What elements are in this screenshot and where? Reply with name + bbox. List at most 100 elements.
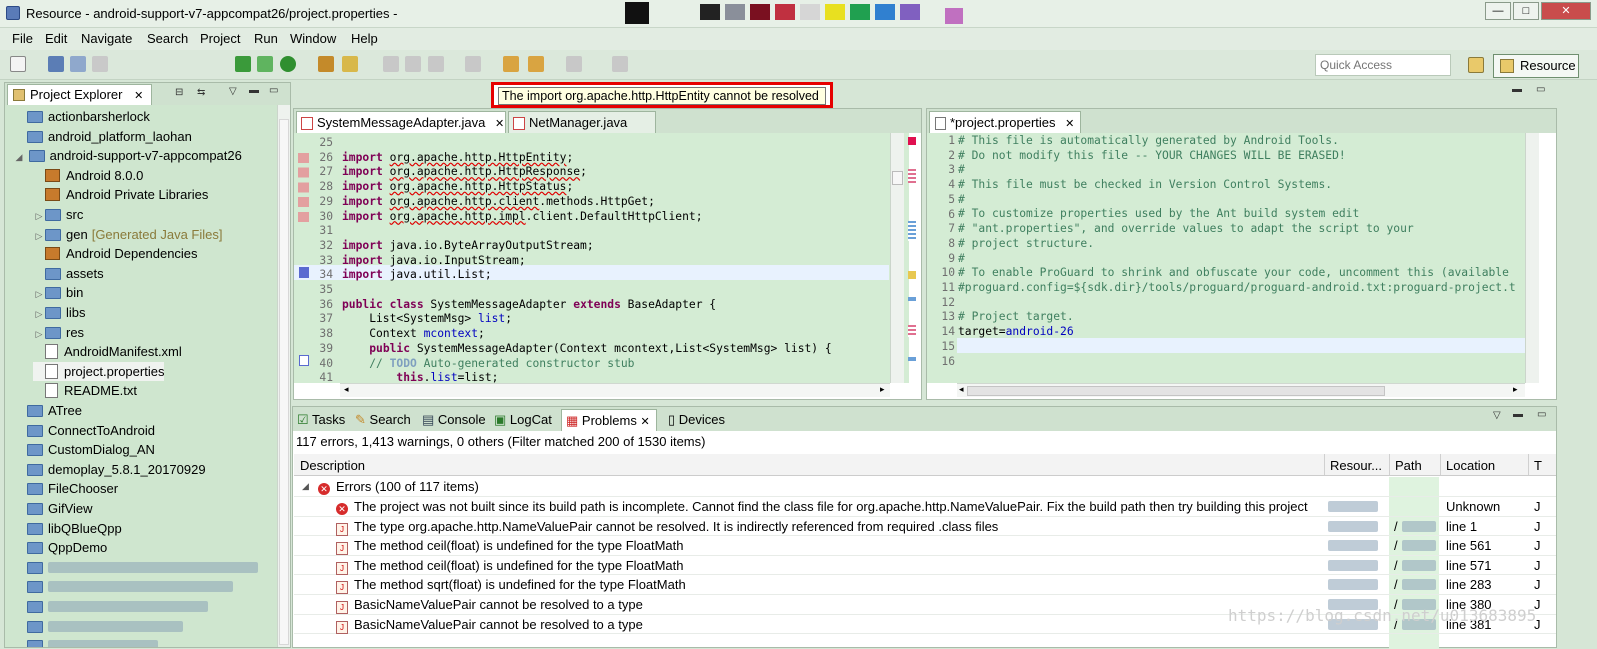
tab-devices[interactable]: ▯ Devices	[668, 409, 725, 431]
forward-arrow-icon[interactable]	[566, 56, 582, 72]
tree-item[interactable]: Android Dependencies	[33, 244, 198, 263]
save-icon[interactable]	[48, 56, 64, 72]
menu-file[interactable]: File	[12, 31, 33, 46]
new-icon[interactable]	[10, 56, 26, 72]
open-type-icon[interactable]	[318, 56, 334, 72]
save-all-icon[interactable]	[70, 56, 86, 72]
annotation-icon[interactable]	[428, 56, 444, 72]
problem-row[interactable]: J The method ceil(float) is undefined for…	[294, 536, 1556, 556]
menu-help[interactable]: Help	[351, 31, 378, 46]
close-icon[interactable]: ✕	[640, 416, 649, 428]
tab-console[interactable]: ▤ Console	[422, 409, 486, 431]
tree-item[interactable]: README.txt	[33, 381, 137, 400]
collapse-triangle-icon[interactable]: ◢	[13, 148, 25, 167]
tab-search[interactable]: ✎ Search	[355, 409, 411, 431]
minimize-button[interactable]: —	[1485, 2, 1511, 20]
link-editor-icon[interactable]: ⇆	[197, 87, 205, 98]
resource-perspective-button[interactable]: Resource	[1493, 54, 1579, 78]
maximize-view-icon[interactable]: ▭	[1536, 84, 1545, 95]
scroll-thumb[interactable]	[967, 386, 1385, 396]
tree-item[interactable]: Android 8.0.0	[33, 166, 143, 185]
tree-item[interactable]: ▷ bin	[33, 283, 84, 304]
tree-item[interactable]: assets	[33, 264, 104, 283]
minimize-view-icon[interactable]: ▬	[1513, 409, 1523, 420]
tree-item[interactable]: android_platform_laohan	[27, 127, 192, 146]
menu-navigate[interactable]: Navigate	[81, 31, 132, 46]
search-tool-icon[interactable]	[342, 56, 358, 72]
problems-group-row[interactable]: ◢ ✕ Errors (100 of 117 items)	[294, 477, 1556, 497]
column-type[interactable]: T	[1534, 458, 1542, 473]
back-arrow-icon[interactable]	[528, 56, 544, 72]
column-resource[interactable]: Resour...	[1330, 458, 1382, 473]
properties-code-area[interactable]: 1 2 3 4 5 6 7 8 9 10 11 12 13 14 15 16 # This file is a…	[927, 133, 1525, 383]
quick-access-input[interactable]	[1315, 54, 1451, 76]
editor-vertical-scrollbar[interactable]	[890, 133, 904, 383]
code-area[interactable]: 25 26 27 28 29 30 31 32 33 34 35 36 37 38 39 40 41 impor…	[294, 133, 909, 384]
tab-problems[interactable]: ▦ Problems ✕	[561, 409, 657, 431]
run-icon[interactable]	[280, 56, 296, 72]
problem-row[interactable]: J The method ceil(float) is undefined for…	[294, 556, 1556, 576]
tab-tasks[interactable]: ☑ Tasks	[297, 409, 345, 431]
tree-item[interactable]: QppDemo	[27, 538, 107, 557]
tree-item[interactable]: FileChooser	[27, 479, 118, 498]
menu-run[interactable]: Run	[254, 31, 278, 46]
menu-project[interactable]: Project	[200, 31, 240, 46]
problem-row[interactable]: J The method sqrt(float) is undefined for…	[294, 575, 1556, 595]
expand-triangle-icon[interactable]: ▷	[33, 305, 45, 324]
tab-project-properties[interactable]: *project.properties ✕	[929, 111, 1081, 133]
column-location[interactable]: Location	[1446, 458, 1495, 473]
pin-icon[interactable]	[612, 56, 628, 72]
print-icon[interactable]	[92, 56, 108, 72]
avd-manager-icon[interactable]	[257, 56, 273, 72]
tree-item[interactable]: ConnectToAndroid	[27, 421, 155, 440]
minimize-view-icon[interactable]: ▬	[1512, 84, 1522, 95]
android-sdk-icon[interactable]	[235, 56, 251, 72]
tree-item[interactable]: project.properties	[33, 361, 165, 381]
editor-horizontal-scrollbar[interactable]: ◂ ▸	[957, 383, 1525, 397]
view-menu-icon[interactable]: ▽	[1493, 410, 1501, 421]
scroll-right-icon[interactable]: ▸	[880, 384, 885, 395]
minimize-view-icon[interactable]: ▬	[249, 85, 259, 96]
expand-triangle-icon[interactable]: ◢	[302, 477, 309, 496]
close-icon[interactable]: ✕	[134, 90, 143, 102]
tree-item[interactable]: ◢ android-support-v7-appcompat26	[13, 146, 242, 165]
tab-logcat[interactable]: ▣ LogCat	[494, 409, 552, 431]
close-icon[interactable]: ✕	[1065, 118, 1074, 130]
scroll-left-icon[interactable]: ◂	[344, 384, 349, 395]
expand-triangle-icon[interactable]: ▷	[33, 227, 45, 246]
tree-item[interactable]: demoplay_5.8.1_20170929	[27, 460, 206, 479]
close-icon[interactable]: ✕	[495, 118, 504, 130]
collapse-all-icon[interactable]: ⊟	[175, 87, 183, 98]
editor-vertical-scrollbar[interactable]	[1525, 133, 1539, 383]
tree-item[interactable]: ▷ src	[33, 205, 84, 226]
tab-systemmessageadapter[interactable]: SystemMessageAdapter.java ✕	[296, 111, 506, 133]
scroll-right-icon[interactable]: ▸	[1513, 384, 1518, 395]
tree-item[interactable]: ▷ res	[33, 323, 85, 344]
tree-item[interactable]: CustomDialog_AN	[27, 440, 155, 459]
expand-triangle-icon[interactable]: ▷	[33, 325, 45, 344]
expand-triangle-icon[interactable]: ▷	[33, 207, 45, 226]
tab-project-explorer[interactable]: Project Explorer ✕	[7, 84, 152, 105]
tree-item[interactable]: ATree	[27, 401, 82, 420]
tab-netmanager[interactable]: NetManager.java	[508, 111, 656, 133]
toggle-icon[interactable]	[383, 56, 399, 72]
column-description[interactable]: Description	[300, 458, 365, 473]
menu-window[interactable]: Window	[290, 31, 336, 46]
column-path[interactable]: Path	[1395, 458, 1422, 473]
scroll-thumb[interactable]	[279, 119, 289, 645]
toggle-icon[interactable]	[405, 56, 421, 72]
tree-item[interactable]: actionbarsherlock	[27, 107, 150, 126]
maximize-view-icon[interactable]: ▭	[269, 85, 278, 96]
expand-triangle-icon[interactable]: ▷	[33, 285, 45, 304]
menu-search[interactable]: Search	[147, 31, 188, 46]
tree-item[interactable]: Android Private Libraries	[33, 185, 208, 204]
tree-item[interactable]: ▷ libs	[33, 303, 86, 322]
view-menu-icon[interactable]: ▽	[229, 86, 237, 97]
maximize-view-icon[interactable]: ▭	[1537, 409, 1546, 420]
problem-row[interactable]: J The type org.apache.http.NameValuePair …	[294, 517, 1556, 537]
maximize-button[interactable]: □	[1513, 2, 1539, 20]
tree-item[interactable]: GifView	[27, 499, 93, 518]
last-edit-icon[interactable]	[503, 56, 519, 72]
annotation-icon[interactable]	[465, 56, 481, 72]
scroll-left-icon[interactable]: ◂	[959, 384, 964, 395]
